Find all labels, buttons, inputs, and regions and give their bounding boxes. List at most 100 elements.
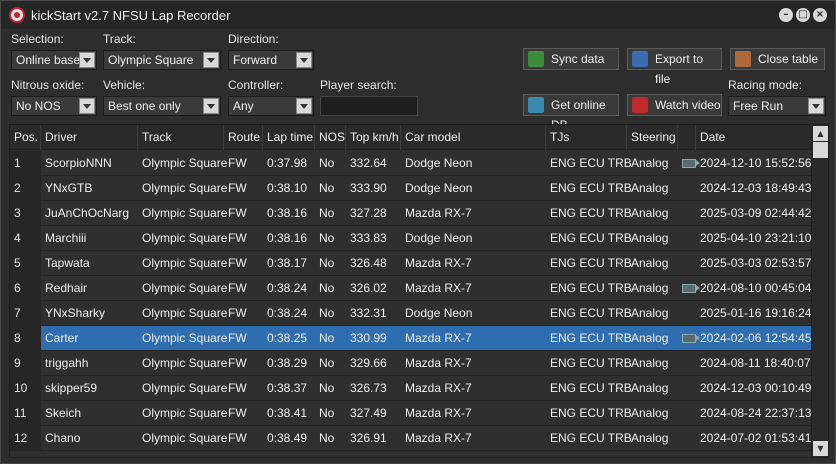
column-header-driver[interactable]: Driver — [41, 125, 138, 150]
steering-cell: Analog — [631, 356, 669, 370]
column-header-route[interactable]: Route — [224, 125, 263, 150]
tjs-cell: ENG ECU TRB — [550, 156, 632, 170]
table-row[interactable]: 3 JuAnChOcNarg Olympic Square FW 0:38.16 No 32… — [10, 201, 812, 226]
table-row[interactable]: 12 Chano Olympic Square FW 0:38.49 No 326.91 Ma… — [10, 426, 812, 451]
column-header-nos[interactable]: NOS — [315, 125, 346, 150]
column-header-steering[interactable]: Steering — [627, 125, 678, 150]
maximize-button[interactable]: □ — [796, 8, 810, 22]
date-cell: 2025-04-10 23:21:10 — [700, 231, 812, 245]
steering-cell: Analog — [631, 181, 669, 195]
column-header-car-model[interactable]: Car model — [401, 125, 546, 150]
lap-time-cell: 0:38.16 — [267, 231, 308, 245]
track-value: Olympic Square — [108, 53, 194, 67]
table-row[interactable]: 7 YNxSharky Olympic Square FW 0:38.24 No 332.3… — [10, 301, 812, 326]
route-cell: FW — [228, 156, 247, 170]
driver-cell: Carter — [45, 331, 79, 345]
lap-times-table[interactable]: Pos. Driver Track Route Lap time NOS Top… — [9, 124, 829, 458]
nos-cell: No — [319, 231, 335, 245]
nitrous-value: No NOS — [16, 99, 61, 113]
table-row[interactable]: 5 Tapwata Olympic Square FW 0:38.17 No 326.48 M… — [10, 251, 812, 276]
chevron-down-icon — [203, 98, 219, 114]
sync-data-button[interactable]: Sync data — [523, 48, 619, 70]
scroll-down-icon[interactable]: ▼ — [813, 441, 828, 456]
table-row[interactable]: 10 skipper59 Olympic Square FW 0:38.37 No 326.… — [10, 376, 812, 401]
driver-cell: Chano — [45, 431, 81, 445]
nitrous-dropdown[interactable]: No NOS — [11, 96, 97, 116]
get-online-db-button[interactable]: Get online DB — [523, 94, 619, 132]
controller-dropdown[interactable]: Any — [228, 96, 314, 116]
table-row[interactable]: 6 Redhair Olympic Square FW 0:38.24 No 326.02 M… — [10, 276, 812, 301]
nos-cell: No — [319, 156, 335, 170]
video-camera-icon[interactable] — [682, 284, 700, 293]
vehicle-dropdown[interactable]: Best one only — [103, 96, 221, 116]
route-cell: FW — [228, 381, 247, 395]
top-speed-cell: 326.48 — [350, 256, 387, 270]
car-model-cell: Mazda RX-7 — [405, 356, 472, 370]
selection-dropdown[interactable]: Online base — [11, 50, 97, 70]
column-header-top-speed[interactable]: Top km/h — [346, 125, 401, 150]
close-table-label: Close table — [758, 52, 819, 66]
track-cell: Olympic Square — [142, 431, 228, 445]
video-camera-icon[interactable] — [682, 334, 700, 343]
date-cell: 2024-08-24 22:37:13 — [700, 406, 812, 420]
driver-cell: ScorpioNNN — [45, 156, 112, 170]
steering-cell: Analog — [631, 331, 669, 345]
driver-cell: Tapwata — [45, 256, 90, 270]
scroll-thumb[interactable] — [813, 142, 828, 158]
close-table-button[interactable]: Close table — [730, 48, 825, 70]
track-cell: Olympic Square — [142, 381, 228, 395]
table-row[interactable]: 8 Carter Olympic Square FW 0:38.25 No 330.99 Ma… — [10, 326, 812, 351]
date-cell: 2024-02-06 12:54:45 — [700, 331, 812, 345]
scroll-up-icon[interactable]: ▲ — [813, 126, 828, 141]
column-header-track[interactable]: Track — [138, 125, 224, 150]
tjs-cell: ENG ECU TRB — [550, 381, 632, 395]
column-header-video[interactable] — [678, 125, 696, 150]
track-dropdown[interactable]: Olympic Square — [103, 50, 221, 70]
chevron-down-icon — [203, 52, 219, 68]
track-cell: Olympic Square — [142, 206, 228, 220]
table-row[interactable]: 1 ScorpioNNN Olympic Square FW 0:37.98 No 332.… — [10, 151, 812, 176]
top-speed-cell: 332.64 — [350, 156, 387, 170]
direction-value: Forward — [233, 53, 278, 67]
date-cell: 2024-07-02 01:53:41 — [700, 431, 812, 445]
car-model-cell: Dodge Neon — [405, 231, 473, 245]
car-model-cell: Dodge Neon — [405, 306, 473, 320]
lap-time-cell: 0:38.17 — [267, 256, 308, 270]
position-cell: 8 — [10, 326, 41, 351]
table-row[interactable]: 2 YNxGTB Olympic Square FW 0:38.10 No 333.90 Do… — [10, 176, 812, 201]
export-to-file-label: Export to file — [655, 52, 704, 86]
table-row[interactable]: 4 Marchiii Olympic Square FW 0:38.16 No 333.83… — [10, 226, 812, 251]
watch-video-label: Watch video — [655, 98, 721, 112]
date-cell: 2024-08-11 18:40:07 — [700, 356, 811, 370]
lap-time-cell: 0:38.24 — [267, 306, 308, 320]
lap-time-cell: 0:38.10 — [267, 181, 308, 195]
close-button[interactable]: × — [813, 8, 827, 22]
player-search-input[interactable] — [320, 96, 418, 116]
direction-label: Direction: — [228, 32, 279, 46]
export-to-file-button[interactable]: Export to file — [627, 48, 722, 86]
column-header-tjs[interactable]: TJs — [546, 125, 627, 150]
track-cell: Olympic Square — [142, 231, 228, 245]
tjs-cell: ENG ECU TRB — [550, 306, 632, 320]
track-cell: Olympic Square — [142, 406, 228, 420]
table-row[interactable]: 11 Skeich Olympic Square FW 0:38.41 No 327.49 M… — [10, 401, 812, 426]
column-header-pos[interactable]: Pos. — [10, 125, 41, 150]
video-camera-icon[interactable] — [682, 159, 700, 168]
vertical-scrollbar[interactable]: ▲ ▼ — [811, 125, 828, 457]
watch-video-button[interactable]: Watch video — [627, 94, 722, 116]
title-bar[interactable]: kickStart v2.7 NFSU Lap Recorder – □ × — [1, 1, 835, 29]
column-header-lap-time[interactable]: Lap time — [263, 125, 315, 150]
position-cell: 3 — [10, 201, 41, 226]
minimize-button[interactable]: – — [779, 8, 793, 22]
column-header-date[interactable]: Date — [696, 125, 812, 150]
tjs-cell: ENG ECU TRB — [550, 206, 632, 220]
table-row[interactable]: 9 triggahh Olympic Square FW 0:38.29 No 329.66… — [10, 351, 812, 376]
lap-time-cell: 0:38.49 — [267, 431, 308, 445]
racing-mode-dropdown[interactable]: Free Run — [728, 96, 826, 116]
app-logo-icon — [9, 7, 25, 23]
direction-dropdown[interactable]: Forward — [228, 50, 314, 70]
controller-value: Any — [233, 99, 254, 113]
track-cell: Olympic Square — [142, 156, 228, 170]
steering-cell: Analog — [631, 381, 669, 395]
track-cell: Olympic Square — [142, 356, 228, 370]
